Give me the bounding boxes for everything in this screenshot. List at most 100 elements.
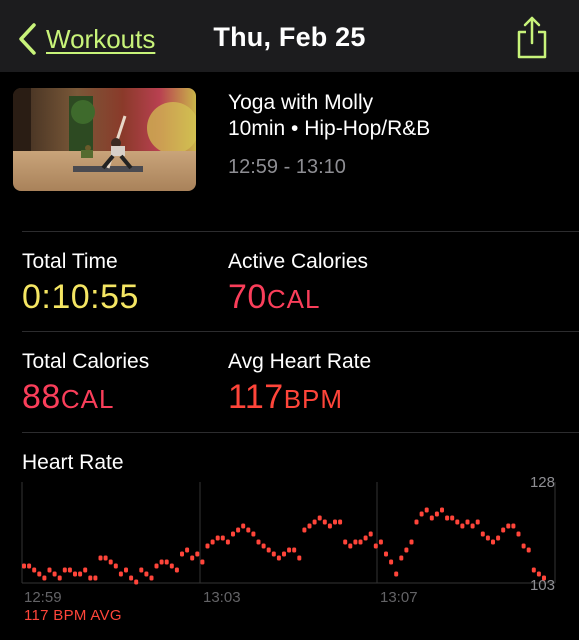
heart-rate-point [42, 575, 47, 581]
heart-rate-point [205, 543, 210, 549]
heart-rate-point [445, 515, 450, 521]
heart-rate-point [531, 567, 536, 573]
metric-unit: CAL [266, 284, 321, 314]
heart-rate-point [271, 551, 276, 557]
heart-rate-point [62, 567, 67, 573]
heart-rate-point [404, 547, 409, 553]
metric-avg-heart-rate: Avg Heart Rate 117BPM [228, 350, 371, 417]
heart-rate-point [307, 523, 312, 529]
metric-active-calories: Active Calories 70CAL [228, 250, 368, 317]
heart-rate-point [27, 563, 32, 569]
heart-rate-point [88, 575, 93, 581]
heart-rate-point [164, 559, 169, 565]
heart-rate-point [496, 535, 501, 541]
workout-thumbnail[interactable] [13, 88, 196, 191]
metric-label: Active Calories [228, 250, 369, 273]
heart-rate-point [399, 555, 404, 561]
heart-rate-point [292, 547, 297, 553]
workout-title: Yoga with Molly [228, 91, 374, 114]
heart-rate-point [491, 539, 495, 545]
x-tick-label: 12:59 [24, 589, 62, 606]
heart-rate-point [501, 527, 506, 533]
heart-rate-point [108, 559, 113, 565]
heart-rate-point [210, 539, 215, 545]
heart-rate-point [516, 531, 521, 537]
metric-value: 88 [22, 378, 61, 416]
heart-rate-point [389, 559, 394, 565]
heart-rate-point [266, 547, 271, 553]
heart-rate-point [368, 531, 373, 537]
x-tick-label: 13:03 [203, 589, 241, 606]
metric-value: 70 [228, 278, 267, 316]
heart-rate-point [470, 523, 475, 529]
heart-rate-average-label: 117 BPM AVG [24, 607, 122, 624]
metric-value: 117 [228, 378, 284, 416]
heart-rate-point [78, 571, 83, 577]
share-icon[interactable] [514, 14, 550, 60]
heart-rate-point [190, 555, 195, 561]
heart-rate-point [419, 511, 424, 517]
divider [22, 331, 579, 332]
heart-rate-point [506, 523, 511, 529]
heart-rate-point [282, 551, 286, 557]
heart-rate-point [57, 575, 62, 581]
heart-rate-point [144, 571, 149, 577]
heart-rate-point [174, 567, 179, 573]
page-title: Thu, Feb 25 [213, 22, 366, 52]
heart-rate-point [261, 543, 266, 549]
heart-rate-point [225, 539, 230, 545]
metric-value: 0:10:55 [22, 278, 139, 316]
heart-rate-point [353, 539, 358, 545]
heart-rate-point [394, 571, 399, 577]
heart-rate-point [536, 571, 541, 577]
heart-rate-point [450, 515, 455, 521]
workout-info: Yoga with Molly 10min • Hip-Hop/R&B 12:5… [228, 90, 430, 179]
metric-label: Avg Heart Rate [228, 350, 372, 373]
heart-rate-point [460, 523, 465, 529]
heart-rate-point [480, 531, 485, 537]
heart-rate-point [521, 543, 526, 549]
metric-total-time: Total Time 0:10:55 [22, 250, 139, 317]
heart-rate-point [333, 519, 337, 525]
y-tick-label: 128 [530, 474, 555, 491]
heart-rate-point [103, 555, 108, 561]
heart-rate-point [429, 515, 434, 521]
heart-rate-point [348, 543, 353, 549]
heart-rate-point [124, 567, 128, 573]
heart-rate-point [22, 563, 26, 569]
heart-rate-point [236, 527, 241, 533]
heart-rate-point [185, 547, 190, 553]
heart-rate-point [47, 567, 52, 573]
heart-rate-point [276, 555, 281, 561]
heart-rate-point [231, 531, 235, 537]
heart-rate-point [113, 563, 118, 569]
heart-rate-point [73, 571, 77, 577]
heart-rate-point [67, 567, 72, 573]
heart-rate-point [475, 519, 480, 525]
heart-rate-point [440, 507, 444, 513]
metric-label: Total Calories [22, 350, 150, 373]
heart-rate-point [384, 551, 388, 557]
heart-rate-point [465, 519, 470, 525]
heart-rate-point [338, 519, 343, 525]
heart-rate-point [154, 563, 159, 569]
metric-total-calories: Total Calories 88CAL [22, 350, 149, 417]
heart-rate-point [424, 507, 429, 513]
heart-rate-point [220, 535, 225, 541]
heart-rate-point [317, 515, 322, 521]
heart-rate-point [485, 535, 490, 541]
heart-rate-point [312, 519, 317, 525]
heart-rate-point [363, 535, 368, 541]
heart-rate-point [343, 539, 348, 545]
heart-rate-point [215, 535, 220, 541]
heart-rate-point [159, 559, 164, 565]
heart-rate-point [358, 539, 363, 545]
heart-rate-point [93, 575, 98, 581]
heart-rate-point [287, 547, 292, 553]
heart-rate-point [200, 559, 205, 565]
heart-rate-point [118, 571, 123, 577]
heart-rate-point [414, 519, 419, 525]
heart-rate-point [455, 519, 460, 525]
heart-rate-point [378, 539, 383, 545]
heart-rate-point [526, 547, 531, 553]
